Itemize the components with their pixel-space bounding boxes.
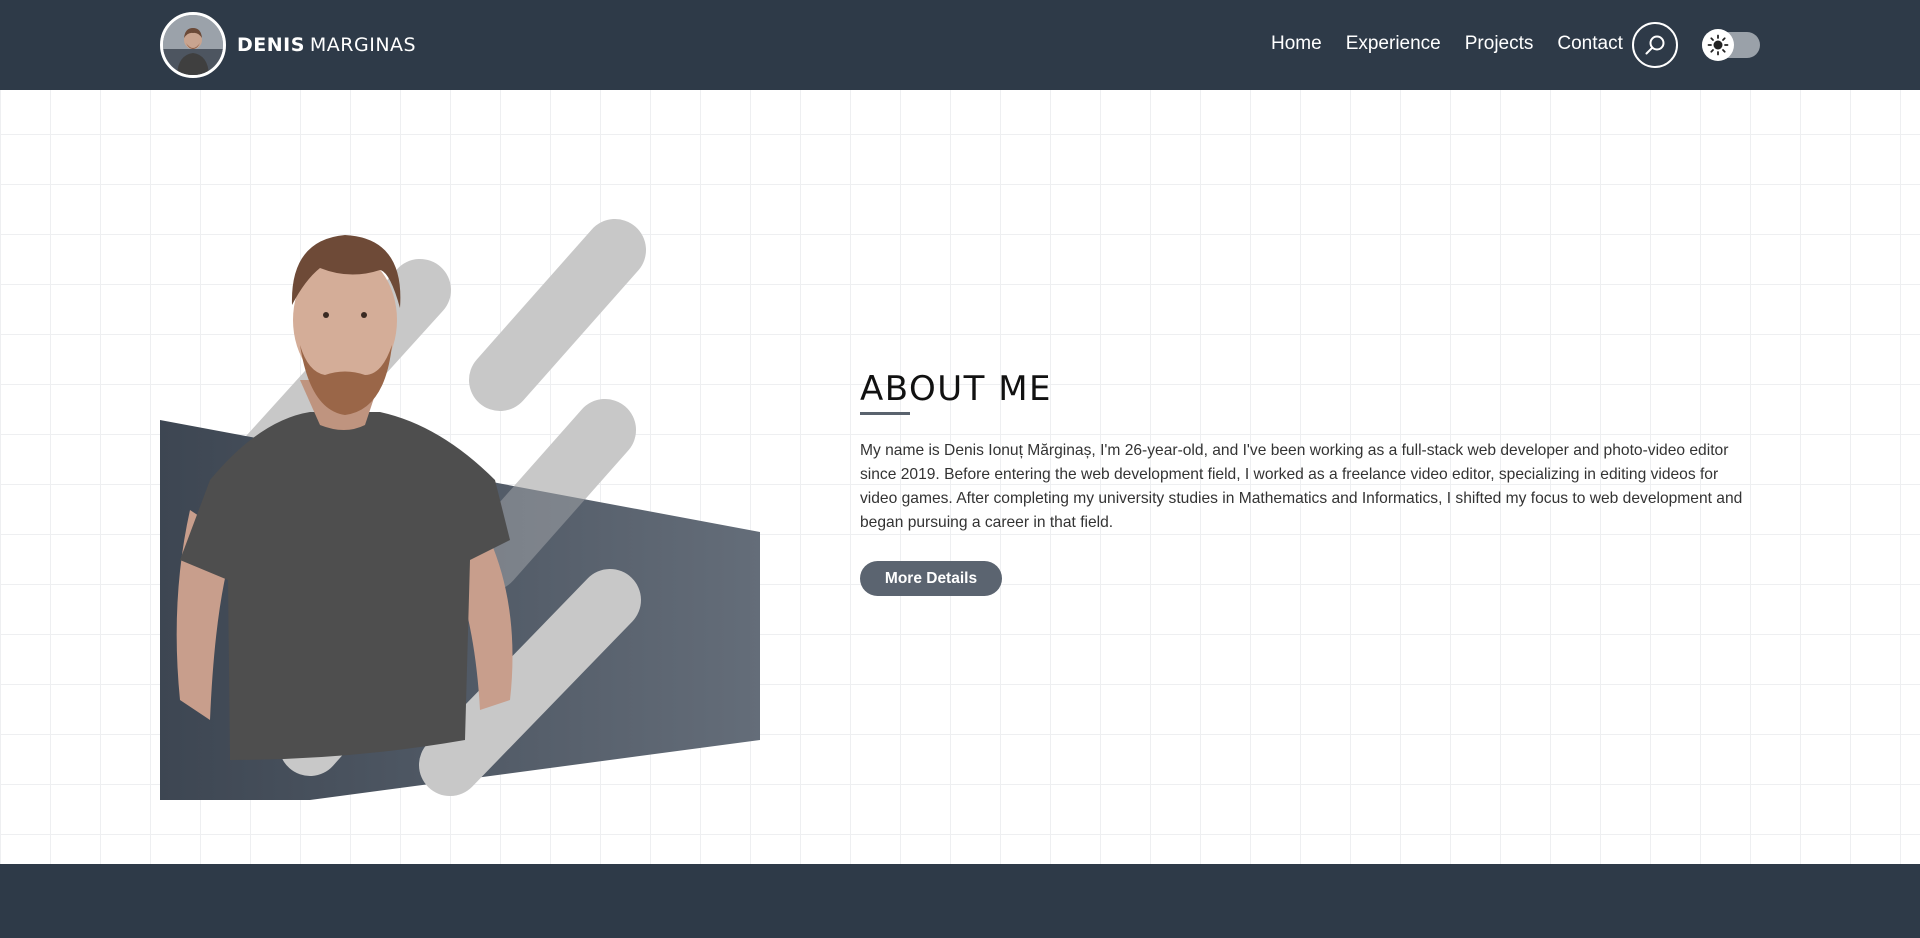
avatar: [160, 12, 226, 78]
title-underline: [860, 412, 910, 415]
search-icon: [1645, 35, 1665, 55]
theme-toggle[interactable]: [1702, 29, 1760, 61]
top-navbar: Denis Marginas Home Experience Projects C…: [0, 0, 1920, 90]
about-content: About Me My name is Denis Ionuț Mărginaș…: [860, 368, 1750, 596]
hero-illustration: [150, 180, 790, 820]
search-button[interactable]: [1632, 22, 1678, 68]
nav-link-home[interactable]: Home: [1271, 31, 1322, 57]
about-paragraph: My name is Denis Ionuț Mărginaș, I'm 26-…: [860, 442, 1743, 531]
sun-icon: [1707, 34, 1729, 56]
nav-link-projects[interactable]: Projects: [1465, 31, 1534, 57]
brand-logo-link[interactable]: Denis Marginas: [160, 12, 416, 78]
nav-link-contact[interactable]: Contact: [1557, 31, 1622, 57]
nav-link-experience[interactable]: Experience: [1346, 31, 1441, 57]
footer: [0, 864, 1920, 938]
brand-last-name: Marginas: [309, 34, 417, 56]
nav-menu: Home Experience Projects Contact: [1271, 31, 1647, 57]
toggle-knob: [1702, 29, 1734, 61]
brand-first-name: Denis: [237, 34, 305, 56]
more-details-button[interactable]: More Details: [860, 561, 1002, 596]
about-section: About Me My name is Denis Ionuț Mărginaș…: [0, 90, 1920, 864]
about-title: About Me: [860, 369, 1053, 409]
